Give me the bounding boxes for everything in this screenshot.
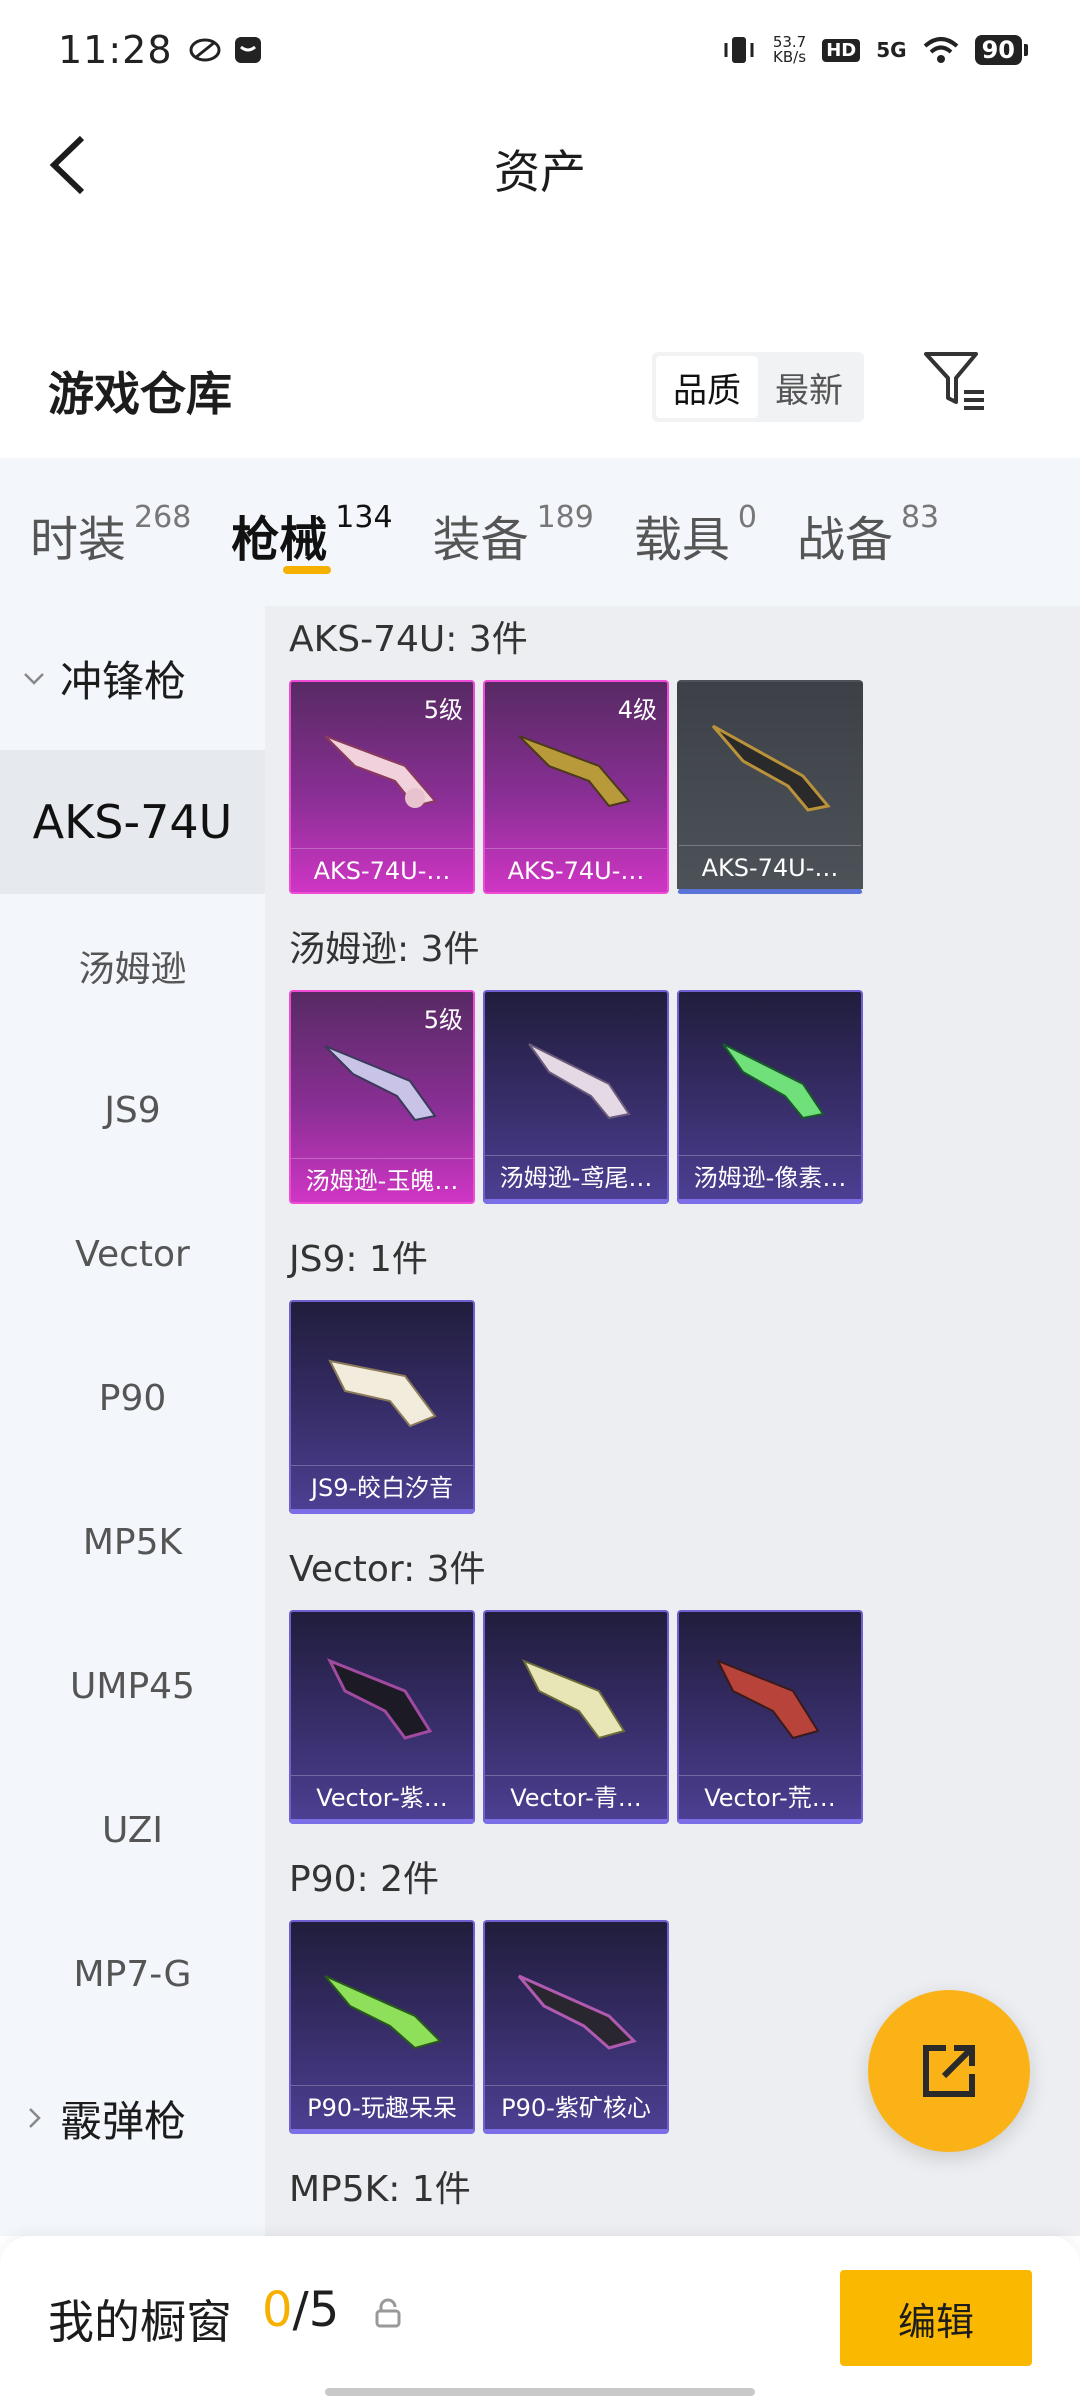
sidebar-item-vector[interactable]: Vector <box>0 1182 265 1326</box>
tab-firearms[interactable]: 枪械 134 <box>231 458 393 606</box>
filter-button[interactable] <box>920 346 990 416</box>
sidebar-item-mp5k[interactable]: MP5K <box>0 1470 265 1614</box>
warehouse-title: 游戏仓库 <box>48 367 232 421</box>
battery-indicator: 90 <box>974 35 1029 65</box>
edit-button[interactable]: 编辑 <box>840 2270 1032 2366</box>
lock-icon <box>375 2298 401 2328</box>
hd-badge: HD <box>822 38 861 62</box>
gun-image-icon <box>722 1043 825 1120</box>
filter-icon <box>924 352 984 410</box>
tab-fashion[interactable]: 时装 268 <box>30 458 191 606</box>
weapon-card[interactable]: Vector-荒… <box>677 1610 863 1824</box>
sort-newest-button[interactable]: 最新 <box>758 356 860 418</box>
gun-image-icon <box>324 1975 442 2050</box>
category-aks74u: AKS-74U: 3件 5级 AKS-74U-… 4级 AKS-74U-… AK… <box>265 606 1080 916</box>
home-indicator[interactable] <box>325 2388 755 2396</box>
status-bar: 11:28 53.7 KB/s HD 5G 90 <box>0 0 1080 100</box>
leaf-icon <box>189 38 221 62</box>
showcase-count: 0/5 <box>262 2282 340 2338</box>
category-title: JS9: 1件 <box>289 1239 428 1280</box>
gun-image-icon <box>528 1043 631 1120</box>
gun-image-icon <box>715 1659 820 1740</box>
weapon-card[interactable]: Vector-紫… <box>289 1610 475 1824</box>
showcase-title: 我的橱窗 <box>48 2295 232 2349</box>
weapon-card[interactable]: 4级 AKS-74U-… <box>483 680 669 894</box>
tab-equipment[interactable]: 装备 189 <box>433 458 594 606</box>
category-thompson: 汤姆逊: 3件 5级 汤姆逊-玉魄… 汤姆逊-鸢尾… 汤姆逊-像素… <box>265 916 1080 1226</box>
sidebar-item-uzi[interactable]: UZI <box>0 1758 265 1902</box>
chevron-down-icon <box>24 673 44 685</box>
gun-image-icon <box>711 724 831 812</box>
category-js9: JS9: 1件 JS9-皎白汐音 <box>265 1226 1080 1536</box>
page-title: 资产 <box>494 145 586 199</box>
weapon-card[interactable]: 汤姆逊-像素… <box>677 990 863 1204</box>
category-title: P90: 2件 <box>289 1859 439 1900</box>
weapon-card[interactable]: P90-紫矿核心 <box>483 1920 669 2134</box>
gun-image-icon <box>517 1974 637 2050</box>
weapon-card[interactable]: Vector-青… <box>483 1610 669 1824</box>
message-icon <box>234 37 261 63</box>
category-title: Vector: 3件 <box>289 1549 486 1590</box>
wifi-icon <box>923 37 958 63</box>
weapon-card[interactable]: 5级 AKS-74U-… <box>289 680 475 894</box>
category-tabs: 时装 268 枪械 134 装备 189 载具 0 战备 83 <box>0 458 1080 606</box>
app-header: 资产 <box>0 110 1080 220</box>
category-vector: Vector: 3件 Vector-紫… Vector-青… Vector-荒… <box>265 1536 1080 1846</box>
gun-image-icon <box>328 1359 437 1428</box>
weapon-card[interactable]: AKS-74U-… <box>677 680 863 894</box>
category-title: 汤姆逊: 3件 <box>289 929 480 970</box>
external-link-icon <box>923 2045 975 2097</box>
gun-image-icon <box>326 1658 433 1740</box>
network-type: 5G <box>876 38 907 62</box>
weapon-card[interactable]: JS9-皎白汐音 <box>289 1300 475 1514</box>
sidebar-item-thompson[interactable]: 汤姆逊 <box>0 894 265 1038</box>
weapon-card[interactable]: 5级 汤姆逊-玉魄… <box>289 990 475 1204</box>
tab-supplies[interactable]: 战备 83 <box>797 458 939 606</box>
showcase-bar: 我的橱窗 0/5 编辑 <box>0 2236 1080 2400</box>
sidebar-group-smg[interactable]: 冲锋枪 <box>0 606 265 750</box>
category-mp5k: MP5K: 1件 <box>265 2156 1080 2230</box>
sidebar-item-js9[interactable]: JS9 <box>0 1038 265 1182</box>
network-speed: 53.7 KB/s <box>772 33 807 66</box>
share-fab-button[interactable] <box>868 1990 1030 2152</box>
sidebar-item-aks74u[interactable]: AKS-74U <box>0 750 265 894</box>
sort-toggle: 品质 最新 <box>652 352 864 422</box>
vibrate-icon <box>724 37 754 63</box>
weapon-card[interactable]: P90-玩趣呆呆 <box>289 1920 475 2134</box>
sidebar-group-shotgun[interactable]: 霰弹枪 <box>0 2046 265 2190</box>
category-title: MP5K: 1件 <box>289 2169 471 2210</box>
status-time: 11:28 <box>58 28 173 72</box>
category-title: AKS-74U: 3件 <box>289 619 528 660</box>
chevron-right-icon <box>29 2108 41 2128</box>
warehouse-header: 游戏仓库 品质 最新 <box>0 340 1080 440</box>
tab-vehicles[interactable]: 载具 0 <box>634 458 757 606</box>
sidebar-item-mp7g[interactable]: MP7-G <box>0 1902 265 2046</box>
weapon-type-sidebar: 冲锋枪 AKS-74U 汤姆逊 JS9 Vector P90 MP5K UMP4… <box>0 606 265 2236</box>
sidebar-item-ump45[interactable]: UMP45 <box>0 1614 265 1758</box>
active-tab-indicator <box>283 566 332 574</box>
weapon-card[interactable]: 汤姆逊-鸢尾… <box>483 990 669 1204</box>
sidebar-item-p90[interactable]: P90 <box>0 1326 265 1470</box>
gun-image-icon <box>521 1659 626 1740</box>
sort-quality-button[interactable]: 品质 <box>656 356 758 418</box>
